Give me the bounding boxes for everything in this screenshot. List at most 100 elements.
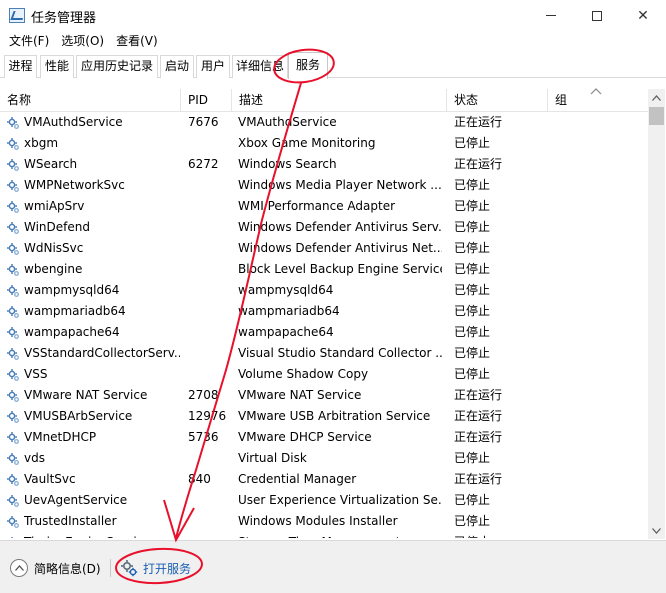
- minimize-button[interactable]: [528, 0, 574, 31]
- service-gear-icon: [7, 411, 19, 423]
- table-row[interactable]: VMUSBArbService 12976 VMware USB Arbitrati…: [0, 406, 648, 427]
- service-description: Windows Defender Antivirus Net...: [238, 241, 442, 255]
- service-description: Block Level Backup Engine Service: [238, 262, 442, 276]
- service-name: WdNisSvc: [24, 241, 84, 255]
- service-pid: [188, 532, 232, 538]
- open-services-link[interactable]: 打开服务: [120, 558, 191, 578]
- service-status: 已停止: [454, 367, 491, 381]
- table-row[interactable]: WSearch 6272 Windows Search 正在运行: [0, 154, 648, 175]
- service-description: User Experience Virtualization Se...: [238, 493, 442, 507]
- column-group[interactable]: 组: [548, 89, 648, 112]
- service-description: VMware NAT Service: [238, 388, 362, 402]
- service-description: Windows Modules Installer: [238, 514, 398, 528]
- services-gear-icon: [121, 560, 138, 577]
- menu-options[interactable]: 选项(O): [55, 31, 110, 51]
- service-name: WinDefend: [24, 220, 90, 234]
- service-status: 正在运行: [454, 409, 503, 423]
- service-status: 已停止: [454, 493, 491, 507]
- service-gear-icon: [7, 432, 19, 444]
- service-gear-icon: [7, 285, 19, 297]
- column-status[interactable]: 状态: [447, 89, 548, 112]
- service-name: WMPNetworkSvc: [24, 178, 125, 192]
- service-name: WSearch: [24, 157, 78, 171]
- service-pid: [188, 343, 232, 364]
- service-name: vds: [24, 451, 45, 465]
- table-row[interactable]: VMnetDHCP 5736 VMware DHCP Service 正在运行: [0, 427, 648, 448]
- tab-performance[interactable]: 性能: [40, 55, 74, 78]
- menu-file[interactable]: 文件(F): [3, 31, 55, 51]
- service-gear-icon: [7, 474, 19, 486]
- service-gear-icon: [7, 117, 19, 129]
- service-status: 已停止: [454, 325, 491, 339]
- table-row[interactable]: WdNisSvc Windows Defender Antivirus Net..…: [0, 238, 648, 259]
- table-row[interactable]: wbengine Block Level Backup Engine Servic…: [0, 259, 648, 280]
- service-gear-icon: [7, 327, 19, 339]
- service-pid: [188, 301, 232, 322]
- column-description[interactable]: 描述: [232, 89, 447, 112]
- table-row[interactable]: wampmariadb64 wampmariadb64 已停止: [0, 301, 648, 322]
- service-status: 已停止: [454, 451, 491, 465]
- close-icon: ✕: [637, 7, 649, 24]
- service-name: wampmariadb64: [24, 304, 126, 318]
- column-pid[interactable]: PID: [181, 89, 232, 112]
- service-description: Virtual Disk: [238, 451, 307, 465]
- table-row[interactable]: VMAuthdService 7676 VMAuthdService 正在运行: [0, 112, 648, 133]
- tab-details[interactable]: 详细信息: [232, 55, 288, 78]
- service-status: 已停止: [454, 220, 491, 234]
- service-gear-icon: [7, 222, 19, 234]
- service-status: 已停止: [454, 304, 491, 318]
- table-row[interactable]: TieringEngineService Storage Tiers Manage…: [0, 532, 648, 538]
- tab-users[interactable]: 用户: [196, 55, 230, 78]
- maximize-button[interactable]: [574, 0, 620, 31]
- table-row[interactable]: VMware NAT Service 2708 VMware NAT Service…: [0, 385, 648, 406]
- footer-bar: 简略信息(D) 打开服务: [0, 540, 666, 593]
- table-row[interactable]: UevAgentService User Experience Virtualiz…: [0, 490, 648, 511]
- tab-services[interactable]: 服务: [288, 52, 328, 79]
- tab-processes[interactable]: 进程: [4, 55, 37, 78]
- service-description: Windows Defender Antivirus Serv...: [238, 220, 442, 234]
- service-pid: [188, 259, 232, 280]
- title-bar: 任务管理器 ✕: [0, 0, 666, 31]
- table-row[interactable]: wampmysqld64 wampmysqld64 已停止: [0, 280, 648, 301]
- service-description: Windows Media Player Network ...: [238, 178, 442, 192]
- service-name: TieringEngineService: [24, 532, 180, 538]
- service-gear-icon: [7, 306, 19, 318]
- table-row[interactable]: VSS Volume Shadow Copy 已停止: [0, 364, 648, 385]
- table-row[interactable]: xbgm Xbox Game Monitoring 已停止: [0, 133, 648, 154]
- tab-startup[interactable]: 启动: [160, 55, 194, 78]
- menu-view[interactable]: 查看(V): [110, 31, 164, 51]
- service-pid: [188, 490, 232, 511]
- service-description: Volume Shadow Copy: [238, 367, 369, 381]
- service-pid: 840: [188, 472, 211, 486]
- service-pid: [188, 238, 232, 259]
- service-status: 已停止: [454, 283, 491, 297]
- table-row[interactable]: VSStandardCollectorServ... Visual Studio …: [0, 343, 648, 364]
- column-name[interactable]: 名称: [0, 89, 181, 112]
- service-pid: [188, 133, 232, 154]
- table-row[interactable]: wampapache64 wampapache64 已停止: [0, 322, 648, 343]
- scroll-thumb[interactable]: [649, 107, 664, 125]
- service-pid: [188, 196, 232, 217]
- table-row[interactable]: WinDefend Windows Defender Antivirus Serv…: [0, 217, 648, 238]
- table-row[interactable]: TrustedInstaller Windows Modules Installe…: [0, 511, 648, 532]
- minimize-icon: [546, 15, 556, 16]
- table-row[interactable]: VaultSvc 840 Credential Manager 正在运行: [0, 469, 648, 490]
- table-row[interactable]: WMPNetworkSvc Windows Media Player Networ…: [0, 175, 648, 196]
- service-name: VMAuthdService: [24, 115, 123, 129]
- vertical-scrollbar[interactable]: [648, 89, 665, 539]
- service-description: Xbox Game Monitoring: [238, 136, 376, 150]
- fewer-details-button[interactable]: 简略信息(D): [10, 558, 101, 578]
- service-gear-icon: [7, 159, 19, 171]
- service-name: wampapache64: [24, 325, 120, 339]
- scroll-down-button[interactable]: [648, 522, 665, 539]
- service-name: VMUSBArbService: [24, 409, 133, 423]
- table-row[interactable]: wmiApSrv WMI Performance Adapter 已停止: [0, 196, 648, 217]
- service-description: wampapache64: [238, 325, 334, 339]
- tab-app-history[interactable]: 应用历史记录: [76, 55, 158, 78]
- table-row[interactable]: vds Virtual Disk 已停止: [0, 448, 648, 469]
- service-pid: 5736: [188, 430, 219, 444]
- service-gear-icon: [7, 201, 19, 213]
- close-button[interactable]: ✕: [620, 0, 666, 31]
- scroll-up-button[interactable]: [648, 89, 665, 106]
- service-gear-icon: [7, 453, 19, 465]
